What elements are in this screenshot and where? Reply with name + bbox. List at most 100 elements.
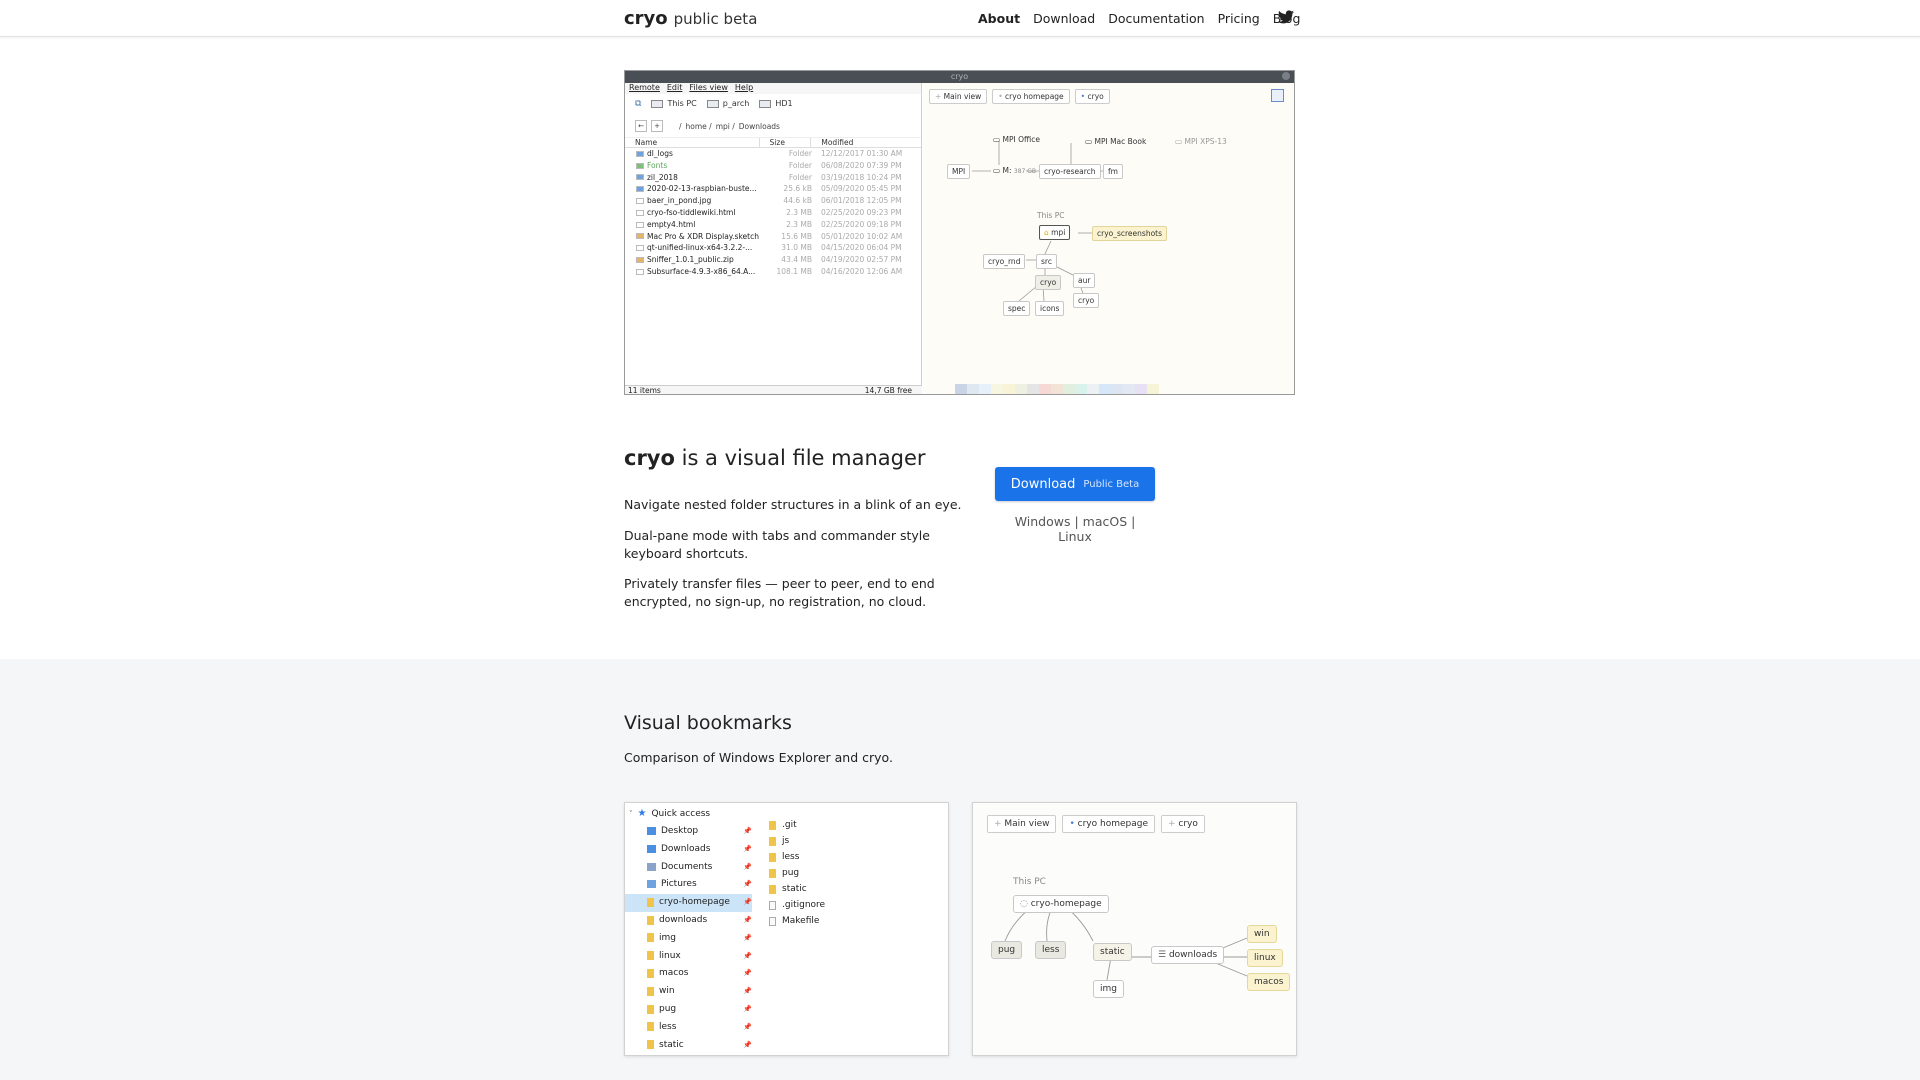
graph-node-mpi-macbook: ▭ MPI Mac Book: [1085, 137, 1147, 146]
explorer-file-item[interactable]: less: [769, 852, 799, 862]
folder-icon: [647, 915, 654, 925]
file-size: 43.4 MB: [781, 255, 812, 265]
color-swatch: [1063, 384, 1075, 394]
nav-link-pricing[interactable]: Pricing: [1218, 11, 1260, 26]
color-swatch: [991, 384, 1003, 394]
pin-icon[interactable]: 📌: [743, 845, 752, 853]
graph-node-aur: aur: [1073, 273, 1096, 288]
color-swatch: [1147, 384, 1159, 394]
cryo-node-static: static: [1093, 943, 1132, 961]
node-label: mpi: [1051, 228, 1066, 237]
file-icon: [636, 233, 644, 240]
explorer-file-item[interactable]: Makefile: [769, 916, 819, 926]
explorer-nav-item[interactable]: linux: [647, 951, 681, 961]
explorer-file-item[interactable]: .gitignore: [769, 900, 825, 910]
node-label: cryo_rnd: [988, 257, 1021, 266]
nav-item-label: macos: [659, 968, 689, 979]
cryo-node-downloads: ☰ downloads: [1151, 946, 1225, 964]
pin-icon[interactable]: 📌: [743, 952, 752, 960]
nav-item-label: linux: [659, 950, 681, 961]
file-date: 03/19/2018: [821, 172, 865, 182]
nav-item-label: downloads: [659, 915, 708, 925]
file-modified: 06/08/2020 07:39 PM: [812, 160, 912, 172]
graph-node-m-drive: ▭ M: 387 GB: [993, 166, 1036, 175]
brand-logo[interactable]: cryo public beta: [624, 8, 757, 29]
cryo-label-this-pc: This PC: [1013, 877, 1046, 887]
explorer-nav-item[interactable]: Pictures: [647, 879, 697, 889]
folder-icon: [647, 968, 654, 978]
explorer-nav-item[interactable]: macos: [647, 968, 688, 978]
cryo-bookmark-shot: + Main view • cryo homepage + cryo This …: [972, 802, 1297, 1056]
drive-this-pc: This PC: [651, 99, 697, 108]
color-swatch: [955, 384, 967, 394]
download-button[interactable]: Download Public Beta: [995, 467, 1155, 501]
graph-node-mpi-home: ⌂ mpi: [1039, 225, 1071, 240]
nav-link-download[interactable]: Download: [1033, 11, 1095, 26]
node-label: img: [1100, 984, 1117, 994]
nav-link-documentation[interactable]: Documentation: [1108, 11, 1204, 26]
file-label: less: [782, 852, 800, 862]
explorer-file-item[interactable]: pug: [769, 868, 799, 878]
pin-icon[interactable]: 📌: [743, 969, 752, 977]
pin-icon[interactable]: 📌: [743, 1041, 752, 1049]
pin-icon[interactable]: 📌: [743, 1005, 752, 1013]
explorer-file-item[interactable]: static: [769, 884, 807, 894]
twitter-icon[interactable]: [1278, 10, 1294, 24]
explorer-nav-item[interactable]: Downloads: [647, 844, 710, 854]
explorer-nav-item[interactable]: static: [647, 1040, 684, 1050]
file-row: Sniffer_1.0.1_public.zip 43.4 MB 04/19/202…: [625, 254, 921, 266]
path-segment: /: [679, 121, 682, 131]
pin-icon[interactable]: 📌: [743, 863, 752, 871]
file-label: static: [782, 884, 807, 894]
pin-icon[interactable]: 📌: [743, 987, 752, 995]
explorer-nav-item[interactable]: Documents: [647, 862, 712, 872]
explorer-nav-item[interactable]: downloads: [647, 915, 707, 925]
folder-icon: [647, 1022, 654, 1032]
download-button-label: Download: [1010, 476, 1076, 492]
pin-icon[interactable]: 📌: [743, 934, 752, 942]
file-label: js: [782, 836, 790, 846]
explorer-nav-item[interactable]: win: [647, 986, 675, 996]
download-button-badge: Public Beta: [1083, 478, 1140, 490]
file-size: 108.1 MB: [776, 266, 812, 276]
color-swatch: [1087, 384, 1099, 394]
library-icon: [647, 844, 656, 853]
explorer-nav-item[interactable]: Desktop: [647, 826, 698, 836]
platforms-text: Windows | macOS | Linux: [1014, 514, 1136, 544]
feature-text: Privately transfer files — peer to peer,…: [624, 576, 935, 609]
pin-icon[interactable]: 📌: [743, 827, 752, 835]
pin-icon[interactable]: 📌: [743, 916, 752, 924]
file-modified: 02/25/2020 09:23 PM: [812, 207, 912, 219]
explorer-nav-item[interactable]: img: [647, 933, 676, 943]
nav-link-about[interactable]: About: [978, 11, 1020, 26]
folder-icon: [769, 820, 776, 830]
color-swatch: [1123, 384, 1135, 394]
cryo-node-img: img: [1093, 980, 1124, 998]
file-name-text: qt-unified-linux-x64-3.2.2-...: [647, 243, 753, 253]
color-swatch: [1003, 384, 1015, 394]
explorer-nav-item[interactable]: less: [647, 1022, 676, 1032]
node-label: pug: [998, 945, 1016, 955]
file-time: 05:45 PM: [866, 184, 902, 194]
hero-app-screenshot: cryo Remote Edit Files view Help ⧉ This …: [624, 70, 1295, 395]
file-modified: 04/15/2020 06:04 PM: [812, 242, 912, 254]
explorer-file-item[interactable]: js: [769, 836, 789, 846]
explorer-nav-item[interactable]: pug: [647, 1004, 676, 1014]
windows-explorer-shot: ˅ ★ Quick access Desktop 📌 Downloads 📌 Docum…: [624, 802, 949, 1056]
pin-icon[interactable]: 📌: [743, 880, 752, 888]
quick-access-label: Quick access: [651, 808, 711, 819]
file-icon: [636, 198, 644, 205]
graph-node-cryo-aur: cryo: [1073, 293, 1100, 308]
file-rows: dl_logs Folder 12/12/2017 01:30 AM Fonts Fol…: [625, 148, 921, 278]
node-label: static: [1100, 947, 1125, 957]
file-date: 02/25/2020: [821, 207, 865, 217]
pin-icon[interactable]: 📌: [743, 898, 752, 906]
pin-icon[interactable]: 📌: [743, 1023, 752, 1031]
nav-item-label: cryo-homepage: [659, 897, 730, 908]
graph-node-cryo: cryo: [1035, 275, 1062, 290]
graph-node-cryo-screenshots: cryo_screenshots: [1092, 226, 1168, 241]
file-row: 2020-02-13-raspbian-buste... 25.6 kB 05/09…: [625, 183, 921, 195]
explorer-nav-item[interactable]: cryo-homepage: [647, 897, 730, 907]
explorer-file-item[interactable]: .git: [769, 820, 797, 830]
file-icon: [636, 186, 644, 193]
